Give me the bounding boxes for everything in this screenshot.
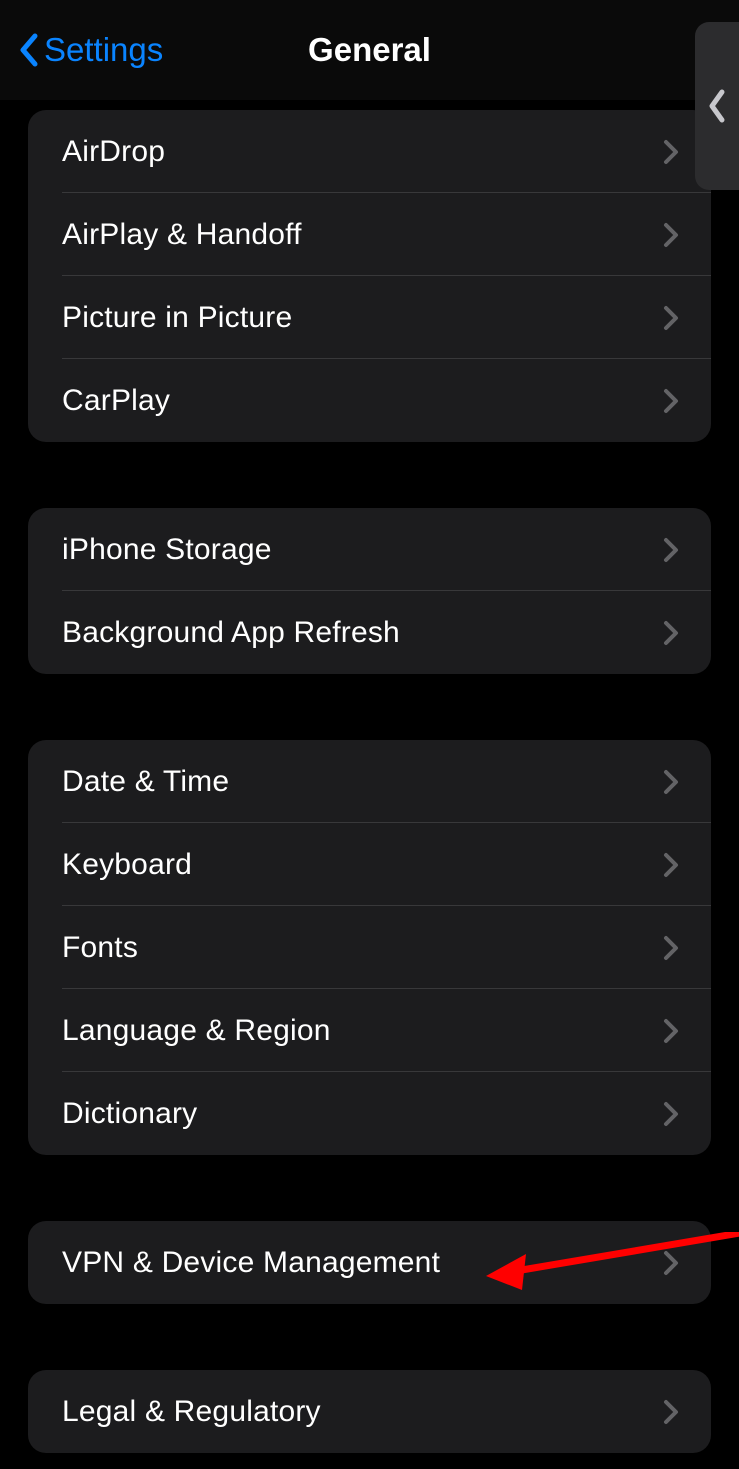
row-label: Date & Time [62,765,229,799]
chevron-right-icon [663,388,679,414]
chevron-right-icon [663,1250,679,1276]
row-picture-in-picture[interactable]: Picture in Picture [28,276,711,359]
row-background-app-refresh[interactable]: Background App Refresh [28,591,711,674]
row-language-region[interactable]: Language & Region [28,989,711,1072]
chevron-right-icon [663,1399,679,1425]
row-label: AirPlay & Handoff [62,218,302,252]
settings-section: Date & Time Keyboard Fonts Language & Re… [28,740,711,1155]
chevron-right-icon [663,620,679,646]
chevron-right-icon [663,537,679,563]
row-airdrop[interactable]: AirDrop [28,110,711,193]
settings-section: VPN & Device Management [28,1221,711,1304]
row-label: Picture in Picture [62,301,292,335]
back-button[interactable]: Settings [18,31,163,69]
row-carplay[interactable]: CarPlay [28,359,711,442]
chevron-right-icon [663,935,679,961]
row-label: Legal & Regulatory [62,1395,321,1429]
row-iphone-storage[interactable]: iPhone Storage [28,508,711,591]
chevron-left-icon [18,32,40,68]
row-label: Language & Region [62,1014,331,1048]
chevron-right-icon [663,1018,679,1044]
row-label: Fonts [62,931,138,965]
back-label: Settings [44,31,163,69]
chevron-right-icon [663,852,679,878]
row-fonts[interactable]: Fonts [28,906,711,989]
content: AirDrop AirPlay & Handoff Picture in Pic… [0,100,739,1453]
row-label: Keyboard [62,848,192,882]
row-label: CarPlay [62,384,170,418]
chevron-right-icon [663,222,679,248]
page-title: General [308,31,431,69]
row-dictionary[interactable]: Dictionary [28,1072,711,1155]
row-date-time[interactable]: Date & Time [28,740,711,823]
chevron-right-icon [663,769,679,795]
chevron-right-icon [663,1101,679,1127]
nav-header: Settings General [0,0,739,100]
settings-section: iPhone Storage Background App Refresh [28,508,711,674]
row-legal-regulatory[interactable]: Legal & Regulatory [28,1370,711,1453]
row-vpn-device-management[interactable]: VPN & Device Management [28,1221,711,1304]
chevron-right-icon [663,305,679,331]
row-label: AirDrop [62,135,165,169]
settings-section: AirDrop AirPlay & Handoff Picture in Pic… [28,110,711,442]
row-label: VPN & Device Management [62,1246,440,1280]
row-label: iPhone Storage [62,533,272,567]
row-keyboard[interactable]: Keyboard [28,823,711,906]
row-label: Dictionary [62,1097,197,1131]
settings-section: Legal & Regulatory [28,1370,711,1453]
row-airplay-handoff[interactable]: AirPlay & Handoff [28,193,711,276]
chevron-right-icon [663,139,679,165]
row-label: Background App Refresh [62,616,400,650]
